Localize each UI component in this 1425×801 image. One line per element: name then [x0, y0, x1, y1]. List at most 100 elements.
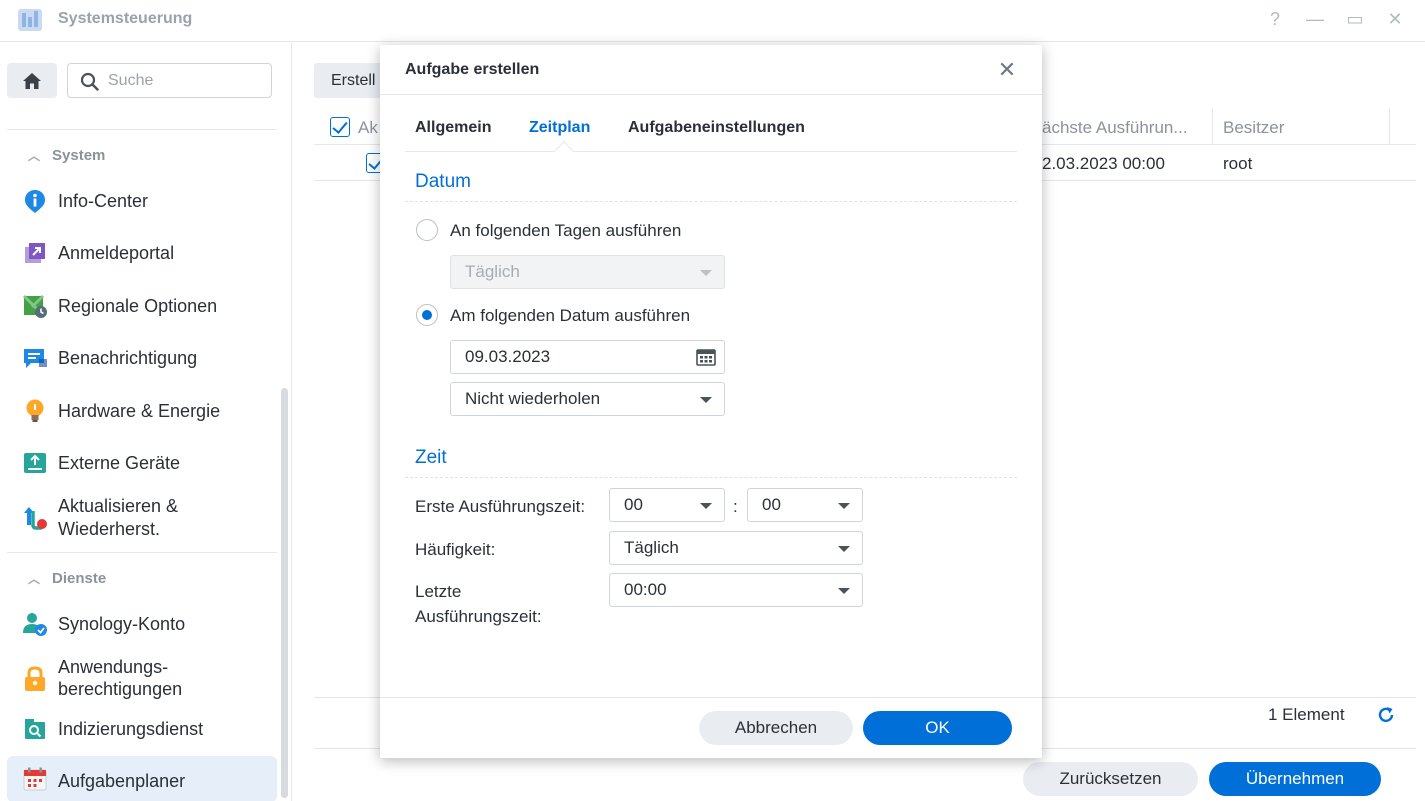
first-run-hour-select[interactable]: 00	[609, 488, 725, 522]
home-button[interactable]	[7, 63, 57, 98]
date-field[interactable]: 09.03.2023	[450, 340, 725, 374]
ok-button[interactable]: OK	[863, 711, 1012, 745]
help-button[interactable]: ?	[1263, 6, 1287, 32]
cancel-button[interactable]: Abbrechen	[699, 711, 853, 745]
dialog-close-icon[interactable]: ✕	[994, 57, 1020, 83]
last-run-label: Letzte	[415, 582, 462, 601]
chevron-down-icon	[700, 270, 712, 276]
sidebar-item-label: Indizierungsdienst	[58, 719, 204, 739]
window-titlebar: Systemsteuerung ? — ▭ ✕	[0, 0, 1425, 42]
section-divider	[405, 201, 1017, 202]
sidebar-item-indexing-service[interactable]: Indizierungsdienst	[7, 711, 277, 747]
dialog-tabs: Allgemein Zeitplan Aufgabeneinstellungen	[405, 105, 1017, 161]
date-field-value: 09.03.2023	[465, 347, 551, 366]
last-run-label-line2: Ausführungszeit:	[415, 607, 542, 626]
chevron-down-icon	[838, 546, 850, 552]
sidebar-item-label: Anwendungs-	[58, 657, 169, 677]
section-title-date: Datum	[415, 171, 471, 192]
first-run-minute-value: 00	[762, 495, 781, 514]
section-divider	[405, 477, 1017, 478]
hardware-power-icon	[26, 399, 44, 422]
create-task-dialog: Aufgabe erstellen ✕ Allgemein Zeitplan A…	[380, 45, 1042, 758]
chevron-down-icon	[838, 588, 850, 594]
sidebar-item-regional-options[interactable]: Regionale Optionen	[7, 288, 277, 324]
frequency-value: Täglich	[624, 538, 679, 557]
active-tab-indicator	[554, 141, 574, 161]
search-icon	[80, 72, 99, 91]
refresh-icon[interactable]	[1376, 705, 1396, 725]
info-icon	[25, 190, 45, 213]
dialog-footer-divider	[380, 697, 1042, 698]
sidebar-item-label-line2: Wiederherst.	[58, 519, 161, 539]
calendar-icon[interactable]	[696, 348, 716, 366]
first-run-label: Erste Ausführungszeit:	[415, 497, 586, 516]
sidebar-divider	[7, 129, 277, 130]
first-run-minute-select[interactable]: 00	[747, 488, 863, 522]
sidebar-item-label: Benachrichtigung	[58, 348, 198, 368]
sidebar-item-label: Aktualisieren &	[58, 496, 179, 516]
apply-button[interactable]: Übernehmen	[1209, 762, 1381, 796]
last-run-select[interactable]: 00:00	[609, 573, 863, 607]
sidebar-item-info-center[interactable]: Info-Center	[7, 183, 277, 219]
dialog-header: Aufgabe erstellen ✕	[380, 45, 1042, 95]
notification-icon	[24, 349, 47, 368]
sidebar-item-hardware-power[interactable]: Hardware & Energie	[7, 393, 277, 429]
sidebar-item-app-permissions[interactable]: Anwendungs- berechtigungen	[7, 654, 277, 704]
sidebar-scrollbar[interactable]	[281, 388, 288, 798]
radio-specific-days-label[interactable]: An folgenden Tagen ausführen	[450, 221, 681, 241]
sidebar-item-label: Info-Center	[58, 191, 149, 211]
search-input[interactable]	[108, 70, 263, 92]
update-restore-icon	[24, 507, 47, 530]
row-next-run: 2.03.2023 00:00	[1042, 154, 1165, 173]
control-panel-app-icon	[18, 9, 42, 31]
group-title-services: Dienste	[52, 570, 107, 587]
maximize-button[interactable]: ▭	[1343, 6, 1367, 32]
group-system[interactable]: ︿ System	[28, 147, 105, 164]
external-devices-icon	[24, 453, 46, 473]
sidebar-item-label: Aufgabenplaner	[58, 771, 186, 791]
sidebar-item-external-devices[interactable]: Externe Geräte	[7, 445, 277, 481]
group-services[interactable]: ︿ Dienste	[28, 570, 106, 587]
sidebar-item-label-line2: berechtigungen	[58, 679, 183, 699]
frequency-label: Häufigkeit:	[415, 540, 496, 559]
sidebar-divider	[7, 552, 277, 553]
sidebar-item-notification[interactable]: Benachrichtigung	[7, 340, 277, 376]
search-box[interactable]	[67, 63, 272, 98]
home-icon	[23, 72, 41, 89]
radio-specific-days[interactable]	[416, 219, 438, 241]
sidebar-item-synology-account[interactable]: Synology-Konto	[7, 606, 277, 642]
last-run-value: 00:00	[624, 580, 667, 599]
chevron-up-icon: ︿	[28, 572, 41, 586]
radio-specific-date[interactable]	[416, 304, 438, 326]
first-run-hour-value: 00	[624, 495, 643, 514]
sidebar-item-update-restore[interactable]: Aktualisieren & Wiederherst.	[7, 493, 277, 543]
repeat-select-value: Nicht wiederholen	[465, 389, 601, 408]
sidebar-item-label: Hardware & Energie	[58, 401, 221, 421]
group-title-system: System	[52, 147, 106, 164]
chevron-down-icon	[700, 503, 712, 509]
tab-general[interactable]: Allgemein	[415, 119, 491, 137]
column-header-next-run[interactable]: ächste Ausführun...	[1042, 118, 1188, 138]
row-owner: root	[1223, 154, 1253, 173]
days-select-value: Täglich	[465, 262, 520, 281]
frequency-select[interactable]: Täglich	[609, 531, 863, 565]
radio-specific-date-label[interactable]: Am folgenden Datum ausführen	[450, 306, 690, 326]
minimize-button[interactable]: —	[1303, 6, 1327, 32]
close-window-button[interactable]: ✕	[1383, 6, 1407, 32]
indexing-service-icon	[25, 719, 45, 739]
reset-button[interactable]: Zurücksetzen	[1023, 762, 1198, 796]
synology-account-icon	[23, 613, 47, 636]
column-header-owner[interactable]: Besitzer	[1223, 118, 1284, 138]
dialog-title: Aufgabe erstellen	[405, 61, 540, 78]
sidebar-item-login-portal[interactable]: Anmeldeportal	[7, 235, 277, 271]
item-count: 1 Element	[1268, 705, 1345, 724]
column-header-enabled[interactable]: Ak	[358, 118, 378, 138]
select-all-checkbox[interactable]	[330, 117, 350, 137]
regional-options-icon	[22, 294, 47, 318]
column-divider	[1212, 109, 1213, 145]
repeat-select[interactable]: Nicht wiederholen	[450, 382, 725, 416]
tab-task-settings[interactable]: Aufgabeneinstellungen	[628, 119, 805, 137]
sidebar-item-task-scheduler[interactable]: Aufgabenplaner	[7, 756, 277, 801]
tab-schedule[interactable]: Zeitplan	[529, 119, 590, 137]
time-separator: :	[733, 497, 738, 516]
